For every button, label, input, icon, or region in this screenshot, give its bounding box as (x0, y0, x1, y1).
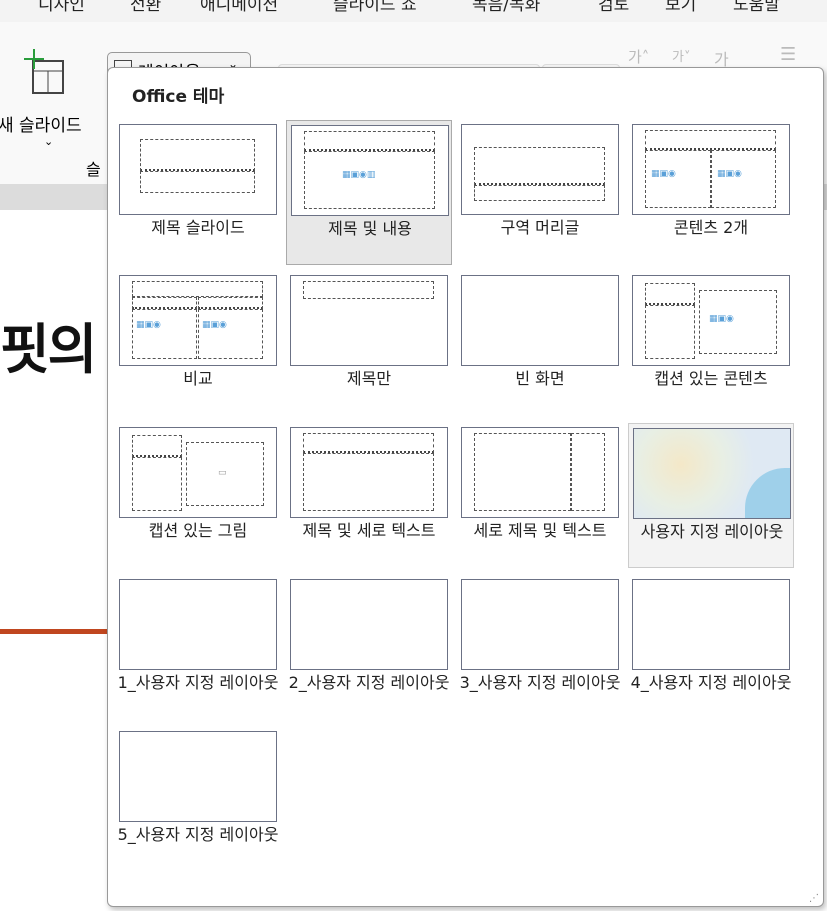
slide-accent-line (0, 629, 110, 634)
tab-record[interactable]: 녹음/녹화 (472, 0, 540, 15)
layout-option[interactable]: 5_사용자 지정 레이아웃 (115, 727, 281, 872)
layout-thumbnail (119, 731, 277, 822)
group-label: 슬 (86, 160, 101, 179)
layout-thumbnail: ▦▣◉▥ (291, 125, 449, 216)
layout-thumbnail (119, 579, 277, 670)
increase-font-icon[interactable]: 가˄ (628, 46, 649, 67)
layout-option-label: 5_사용자 지정 레이아웃 (117, 825, 279, 844)
tab-slideshow[interactable]: 슬라이드 쇼 (333, 0, 417, 15)
layout-option[interactable]: 4_사용자 지정 레이아웃 (628, 575, 794, 720)
layout-thumbnail: ▭ (119, 427, 277, 518)
tab-help[interactable]: 도움말 (733, 0, 780, 15)
decrease-font-icon[interactable]: 가˅ (672, 46, 690, 65)
layout-option-label: 사용자 지정 레이아웃 (640, 522, 784, 541)
layout-thumbnail: ▦▣◉ ▦▣◉ (632, 124, 790, 215)
resize-grip-icon[interactable]: ⋰ (809, 893, 819, 904)
layout-option[interactable]: 제목 슬라이드 (115, 120, 281, 265)
layout-option-label: 제목 슬라이드 (151, 218, 245, 237)
layout-option[interactable]: 1_사용자 지정 레이아웃 (115, 575, 281, 720)
layout-option-label: 빈 화면 (515, 369, 565, 388)
layout-option-label: 2_사용자 지정 레이아웃 (288, 673, 450, 692)
layout-gallery: Office 테마 제목 슬라이드 ▦▣◉▥ 제목 및 내용 구역 머리글 ▦▣◉ ▦▣◉… (107, 67, 824, 907)
layout-option-label: 1_사용자 지정 레이아웃 (117, 673, 279, 692)
layout-option-label: 콘텐츠 2개 (673, 218, 749, 237)
menu-bar: 디자인 전환 애니메이션 슬라이드 쇼 녹음/녹화 검토 보기 도움말 (0, 0, 827, 22)
layout-thumbnail (461, 275, 619, 366)
layout-thumbnail (119, 124, 277, 215)
layout-thumbnail (461, 124, 619, 215)
slide-text: 핏의 (0, 318, 97, 381)
layout-option-label: 구역 머리글 (500, 218, 580, 237)
chevron-down-icon: ⌄ (44, 135, 54, 148)
gallery-title: Office 테마 (132, 87, 225, 107)
layout-thumbnail (461, 427, 619, 518)
tab-view[interactable]: 보기 (665, 0, 696, 15)
layout-thumbnail (632, 579, 790, 670)
layout-option[interactable]: 제목 및 세로 텍스트 (286, 423, 452, 568)
new-slide-icon (24, 49, 64, 94)
layout-option-label: 3_사용자 지정 레이아웃 (459, 673, 621, 692)
layout-thumbnail: ▦▣◉ ▦▣◉ (119, 275, 277, 366)
layout-option[interactable]: 세로 제목 및 텍스트 (457, 423, 623, 568)
layout-thumbnail (633, 428, 791, 519)
tab-design[interactable]: 디자인 (38, 0, 85, 15)
tab-animations[interactable]: 애니메이션 (200, 0, 278, 15)
layout-thumbnail (290, 275, 448, 366)
layout-option[interactable]: ▦▣◉ 캡션 있는 콘텐츠 (628, 271, 794, 416)
layout-option-label: 제목 및 내용 (328, 219, 412, 238)
layout-option[interactable]: 제목만 (286, 271, 452, 416)
tab-transitions[interactable]: 전환 (130, 0, 161, 15)
layout-thumbnail (290, 427, 448, 518)
bullets-icon[interactable]: ☰ (780, 44, 796, 65)
layout-option-label: 캡션 있는 콘텐츠 (654, 369, 768, 388)
layout-thumbnail (461, 579, 619, 670)
layout-option[interactable]: ▭ 캡션 있는 그림 (115, 423, 281, 568)
layout-option[interactable]: ▦▣◉ ▦▣◉ 비교 (115, 271, 281, 416)
layout-option[interactable]: ▦▣◉▥ 제목 및 내용 (286, 120, 452, 265)
layout-option[interactable]: 2_사용자 지정 레이아웃 (286, 575, 452, 720)
layout-option-label: 제목만 (346, 369, 392, 388)
layout-option[interactable]: 구역 머리글 (457, 120, 623, 265)
layout-option-label: 4_사용자 지정 레이아웃 (630, 673, 792, 692)
layout-option-label: 비교 (183, 369, 213, 388)
layout-option[interactable]: 사용자 지정 레이아웃 (628, 423, 794, 568)
layout-thumbnail: ▦▣◉ (632, 275, 790, 366)
layout-option[interactable]: 3_사용자 지정 레이아웃 (457, 575, 623, 720)
layout-option-label: 세로 제목 및 텍스트 (473, 521, 607, 540)
layout-thumbnail (290, 579, 448, 670)
tab-review[interactable]: 검토 (598, 0, 629, 15)
layout-option[interactable]: 빈 화면 (457, 271, 623, 416)
layout-option-label: 캡션 있는 그림 (148, 521, 248, 540)
layout-option[interactable]: ▦▣◉ ▦▣◉ 콘텐츠 2개 (628, 120, 794, 265)
layout-option-label: 제목 및 세로 텍스트 (302, 521, 436, 540)
